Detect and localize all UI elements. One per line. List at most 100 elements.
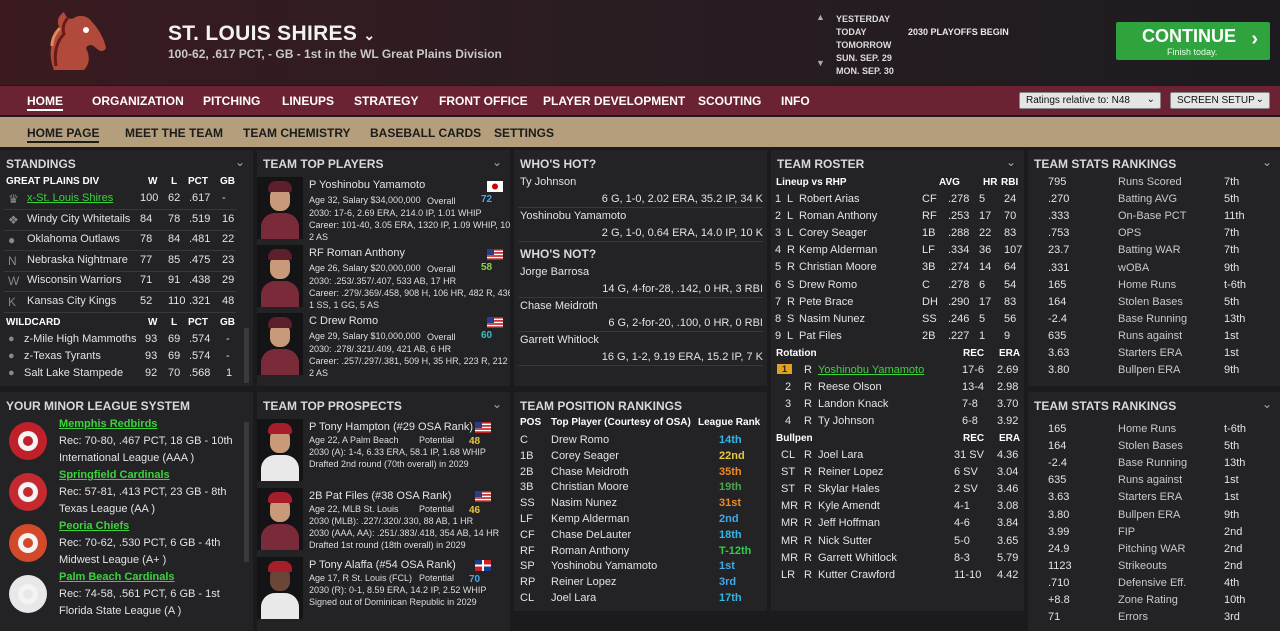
- col-w: W: [148, 176, 158, 187]
- subnav-meet-the-team[interactable]: MEET THE TEAM: [125, 126, 223, 140]
- player-name[interactable]: Kemp Alderman: [799, 244, 877, 256]
- standings-team[interactable]: Oklahoma Outlaws: [27, 233, 120, 245]
- date-down-arrow[interactable]: ▼: [816, 58, 825, 68]
- date-tomorrow[interactable]: TOMORROW: [836, 40, 891, 50]
- subnav-settings[interactable]: SETTINGS: [494, 126, 554, 140]
- standings-team[interactable]: x-St. Louis Shires: [27, 192, 113, 204]
- minor-team-name[interactable]: Memphis Redbirds: [59, 418, 157, 430]
- chevron-down-icon[interactable]: ⌄: [235, 155, 245, 169]
- minor-team-name[interactable]: Palm Beach Cardinals: [59, 571, 175, 583]
- player-name[interactable]: Christian Moore: [799, 261, 877, 273]
- player-name[interactable]: Pat Files: [799, 330, 842, 342]
- standings-team[interactable]: Salt Lake Stampede: [24, 367, 123, 379]
- team-name-dropdown[interactable]: ST. LOUIS SHIRES ⌄: [168, 22, 375, 46]
- chevron-down-icon[interactable]: ⌄: [1262, 397, 1272, 411]
- nav-pitching[interactable]: PITCHING: [203, 94, 260, 108]
- stat-value: 165: [1048, 423, 1067, 435]
- screen-setup-select[interactable]: SCREEN SETUP ⌄: [1170, 92, 1270, 109]
- player-name[interactable]: Skylar Hales: [818, 483, 880, 495]
- player-name[interactable]: Kutter Crawford: [818, 569, 895, 581]
- nav-home[interactable]: HOME: [27, 94, 63, 111]
- standings-team[interactable]: Nebraska Nightmare: [27, 254, 128, 266]
- player-name[interactable]: Drew Romo: [551, 434, 609, 446]
- date-sun[interactable]: SUN. SEP. 29: [836, 53, 892, 63]
- player-name[interactable]: Joel Lara: [818, 449, 863, 461]
- player-name[interactable]: Nasim Nunez: [551, 497, 617, 509]
- date-today[interactable]: TODAY: [836, 27, 867, 37]
- chevron-down-icon[interactable]: ⌄: [492, 155, 502, 169]
- subnav-baseball-cards[interactable]: BASEBALL CARDS: [370, 126, 481, 140]
- player-name[interactable]: Roman Anthony: [551, 545, 629, 557]
- scrollbar[interactable]: [244, 328, 249, 383]
- player-name[interactable]: Yoshinobu Yamamoto: [520, 210, 626, 222]
- player-name[interactable]: Kyle Amendt: [818, 500, 880, 512]
- date-yesterday[interactable]: YESTERDAY: [836, 14, 890, 24]
- player-name[interactable]: Garrett Whitlock: [818, 552, 897, 564]
- prospect-photo[interactable]: [257, 488, 303, 550]
- player-name[interactable]: Reese Olson: [818, 381, 882, 393]
- prospect-photo[interactable]: [257, 557, 303, 619]
- player-name[interactable]: RF Roman Anthony: [309, 247, 405, 259]
- subnav-home-page[interactable]: HOME PAGE: [27, 126, 100, 143]
- player-name[interactable]: Christian Moore: [551, 481, 629, 493]
- player-photo[interactable]: [257, 313, 303, 375]
- player-name[interactable]: C Drew Romo: [309, 315, 378, 327]
- nav-organization[interactable]: ORGANIZATION: [92, 94, 184, 108]
- player-name[interactable]: Ty Johnson: [818, 415, 874, 427]
- prospect-name[interactable]: P Tony Alaffa (#54 OSA Rank): [309, 559, 456, 571]
- chevron-down-icon[interactable]: ⌄: [492, 397, 502, 411]
- player-name[interactable]: Reiner Lopez: [818, 466, 883, 478]
- standings-team[interactable]: Wisconsin Warriors: [27, 274, 121, 286]
- standings-team[interactable]: Kansas City Kings: [27, 295, 116, 307]
- stat-name: On-Base PCT: [1118, 210, 1187, 223]
- player-name[interactable]: Ty Johnson: [520, 176, 576, 188]
- rbi: 54: [1004, 278, 1017, 291]
- nav-strategy[interactable]: STRATEGY: [354, 94, 418, 108]
- player-name[interactable]: Jorge Barrosa: [520, 266, 589, 278]
- standings-team[interactable]: z-Mile High Mammoths: [24, 333, 136, 345]
- chevron-down-icon[interactable]: ⌄: [1006, 155, 1016, 169]
- minor-team-name[interactable]: Springfield Cardinals: [59, 469, 170, 481]
- player-name[interactable]: Joel Lara: [551, 592, 596, 604]
- player-name[interactable]: Yoshinobu Yamamoto: [818, 364, 924, 376]
- chevron-down-icon[interactable]: ⌄: [1262, 155, 1272, 169]
- player-name[interactable]: Yoshinobu Yamamoto: [551, 560, 657, 572]
- player-photo[interactable]: [257, 177, 303, 239]
- avg: .278: [948, 278, 970, 291]
- player-name[interactable]: Kemp Alderman: [551, 513, 629, 525]
- player-name[interactable]: Corey Seager: [799, 227, 867, 239]
- nav-front-office[interactable]: FRONT OFFICE: [439, 94, 528, 108]
- player-name[interactable]: Garrett Whitlock: [520, 334, 599, 346]
- player-name[interactable]: Drew Romo: [799, 279, 857, 291]
- continue-button[interactable]: CONTINUE Finish today. ›: [1116, 22, 1270, 60]
- standings-team[interactable]: z-Texas Tyrants: [24, 350, 101, 362]
- subnav-team-chemistry[interactable]: TEAM CHEMISTRY: [243, 126, 351, 140]
- player-name[interactable]: Robert Arias: [799, 193, 860, 205]
- player-name[interactable]: Chase DeLauter: [551, 529, 631, 541]
- nav-info[interactable]: INFO: [781, 94, 810, 108]
- player-name[interactable]: Nick Sutter: [818, 535, 872, 547]
- nav-scouting[interactable]: SCOUTING: [698, 94, 761, 108]
- prospect-name[interactable]: 2B Pat Files (#38 OSA Rank): [309, 490, 451, 502]
- standings-team[interactable]: Windy City Whitetails: [27, 213, 130, 225]
- player-name[interactable]: Corey Seager: [551, 450, 619, 462]
- date-up-arrow[interactable]: ▲: [816, 12, 825, 22]
- ratings-select[interactable]: Ratings relative to: N48 ⌄: [1019, 92, 1161, 109]
- player-name[interactable]: Chase Meidroth: [551, 466, 629, 478]
- nav-player-development[interactable]: PLAYER DEVELOPMENT: [543, 94, 685, 108]
- prospect-name[interactable]: P Tony Hampton (#29 OSA Rank): [309, 421, 473, 433]
- player-name[interactable]: Pete Brace: [799, 296, 853, 308]
- player-name[interactable]: Jeff Hoffman: [818, 517, 880, 529]
- prospect-photo[interactable]: [257, 419, 303, 481]
- player-name[interactable]: P Yoshinobu Yamamoto: [309, 179, 425, 191]
- minor-team-name[interactable]: Peoria Chiefs: [59, 520, 129, 532]
- player-name[interactable]: Chase Meidroth: [520, 300, 598, 312]
- player-name[interactable]: Nasim Nunez: [799, 313, 865, 325]
- scrollbar[interactable]: [244, 422, 249, 562]
- nav-lineups[interactable]: LINEUPS: [282, 94, 334, 108]
- player-name[interactable]: Roman Anthony: [799, 210, 877, 222]
- date-mon[interactable]: MON. SEP. 30: [836, 66, 894, 76]
- player-name[interactable]: Reiner Lopez: [551, 576, 616, 588]
- player-photo[interactable]: [257, 245, 303, 307]
- player-name[interactable]: Landon Knack: [818, 398, 888, 410]
